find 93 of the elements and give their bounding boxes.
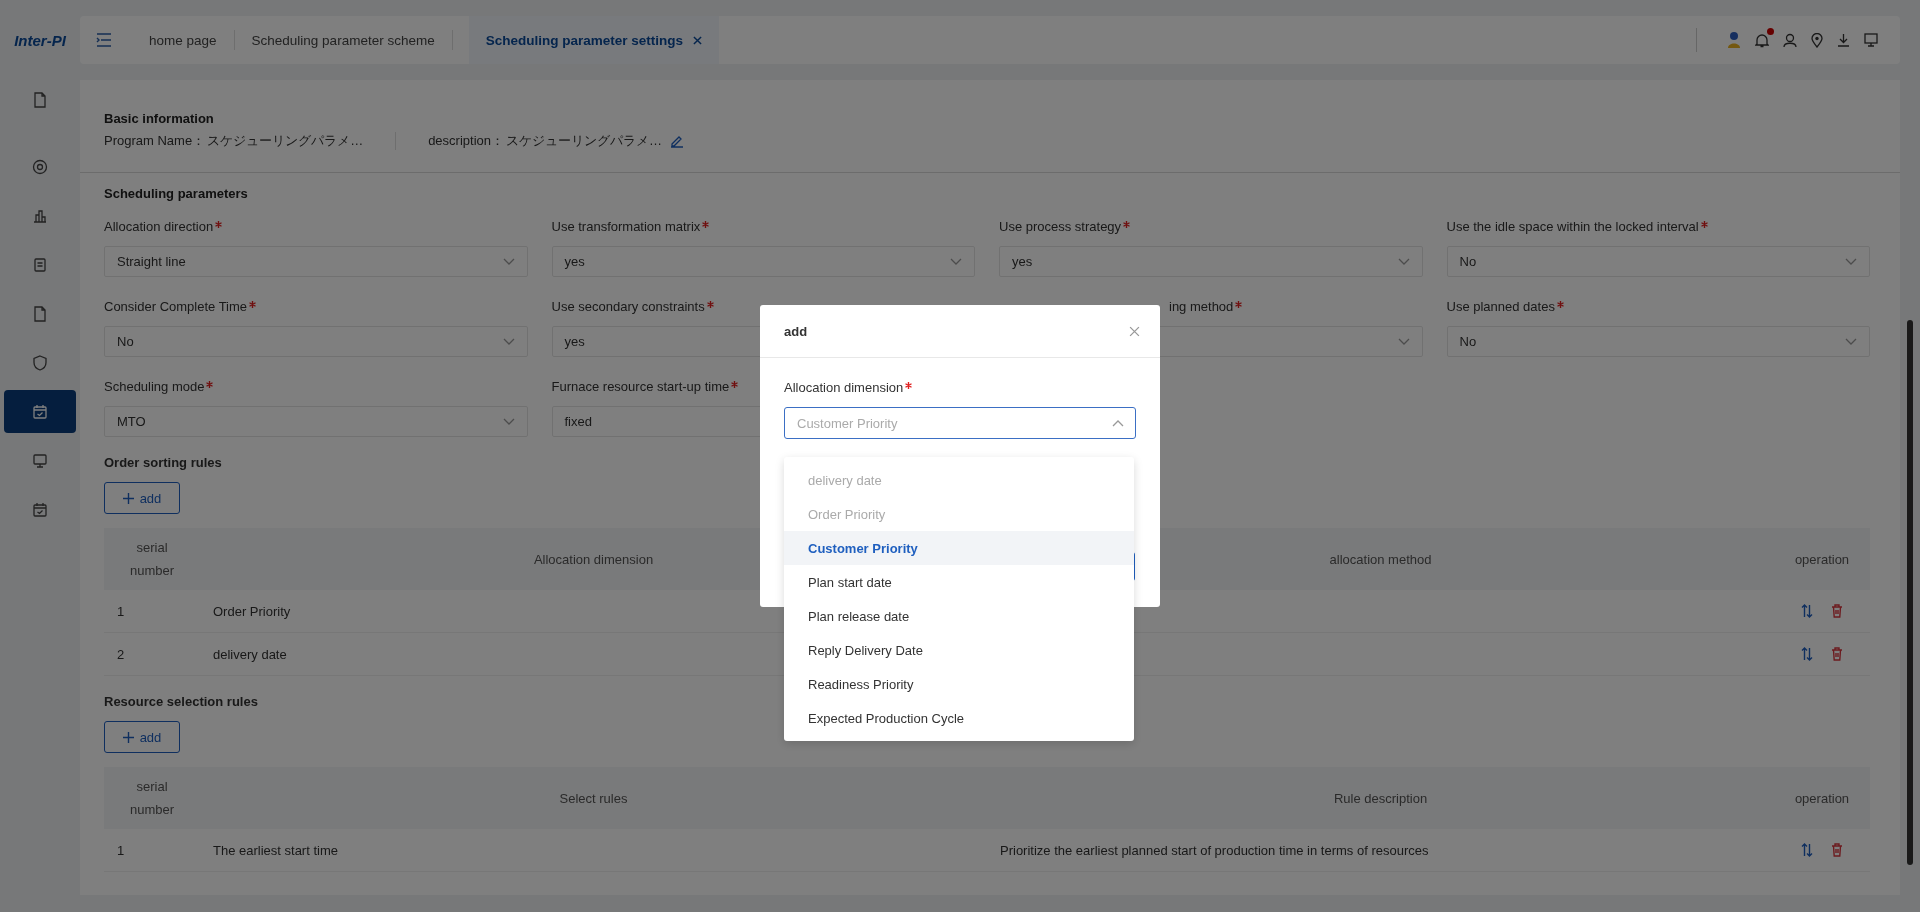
dropdown-option[interactable]: Plan release date (784, 599, 1134, 633)
chart-icon (32, 207, 48, 224)
chevron-icon (1112, 419, 1124, 427)
field-label: Furnace resource start-up time (551, 379, 730, 394)
monitor-icon[interactable] (1864, 33, 1878, 47)
tab[interactable]: Scheduling parameter settings (468, 16, 719, 64)
chevron-icon (502, 417, 515, 426)
plus-icon (122, 731, 134, 743)
dropdown-option[interactable]: Plan start date (784, 565, 1134, 599)
sidebar-item[interactable] (4, 390, 76, 433)
table-cell: delivery date (213, 646, 287, 662)
select-field[interactable]: MTO (104, 406, 528, 437)
chevron-icon (1397, 257, 1410, 266)
select-field[interactable]: yes (999, 246, 1423, 277)
section-title: Basic information (104, 111, 215, 126)
chevron-icon (1845, 257, 1857, 266)
column-header: Select rules (559, 789, 628, 808)
column-header: allocation method (1329, 550, 1432, 569)
table-cell: The earliest start time (213, 842, 338, 858)
bell-icon[interactable] (1755, 32, 1769, 48)
calendar-icon (32, 501, 48, 518)
menu-icon[interactable] (96, 33, 112, 47)
delete-icon[interactable] (1831, 604, 1843, 618)
field-label: ing method (1169, 299, 1234, 314)
chevron-icon (950, 257, 962, 266)
field-value: スケジューリングパラメ… (207, 132, 364, 150)
section-title: Order sorting rules (104, 455, 222, 470)
column-header: serial number (128, 539, 176, 580)
calendar-icon (32, 403, 48, 420)
field-label: Use transformation matrix (551, 219, 701, 234)
document-icon (32, 91, 48, 108)
select-field[interactable]: yes (551, 246, 975, 277)
field-label: Consider Complete Time (104, 299, 248, 314)
document-icon (32, 305, 48, 322)
field-label: description： (428, 132, 504, 150)
sort-icon[interactable] (1801, 604, 1813, 618)
add-button[interactable]: add (104, 721, 180, 753)
select-field[interactable]: Straight line (104, 246, 528, 277)
edit-icon[interactable] (670, 134, 684, 148)
table-cell: 2 (117, 646, 125, 662)
sort-icon[interactable] (1801, 843, 1813, 857)
table-cell: Prioritize the earliest planned start of production time in terms of resources (1000, 842, 1429, 858)
clipboard-icon (32, 256, 48, 273)
dropdown-option[interactable]: Expected Production Cycle (784, 701, 1134, 735)
delete-icon[interactable] (1831, 843, 1843, 857)
select-field[interactable]: No (1446, 326, 1870, 357)
delete-icon[interactable] (1831, 647, 1843, 661)
chevron-icon (1845, 337, 1857, 346)
settings-icon (32, 158, 48, 175)
field-label: Use process strategy (999, 219, 1122, 234)
column-header: Allocation dimension (533, 550, 654, 569)
avatar-icon[interactable] (1727, 31, 1741, 49)
column-header: operation (1794, 550, 1850, 569)
close-icon[interactable] (693, 35, 702, 45)
column-header: serial number (128, 778, 176, 819)
user-icon[interactable] (1783, 32, 1797, 48)
tab[interactable]: Scheduling parameter scheme (234, 16, 452, 64)
plus-icon (122, 492, 134, 504)
scrollbar-thumb[interactable] (1907, 320, 1913, 865)
close-icon[interactable] (1129, 325, 1140, 337)
chevron-icon (1397, 337, 1410, 346)
field-value: スケジューリングパラメ… (506, 132, 662, 150)
dialog-title: add (784, 323, 808, 339)
field-label: Use secondary constraints (551, 299, 705, 314)
field-label: Program Name： (104, 132, 206, 150)
tab[interactable]: home page (132, 16, 234, 64)
column-header: operation (1794, 789, 1850, 808)
table-cell: 1 (117, 603, 125, 619)
table-cell: 1 (117, 842, 125, 858)
dropdown-option[interactable]: Readiness Priority (784, 667, 1134, 701)
field-label: Use the idle space within the locked interval (1446, 219, 1699, 234)
section-title: Scheduling parameters (104, 186, 249, 201)
location-icon[interactable] (1811, 32, 1823, 48)
select-field[interactable]: No (104, 326, 528, 357)
add-button[interactable]: add (104, 482, 180, 514)
logo[interactable]: Inter-PI (14, 31, 66, 49)
sort-icon[interactable] (1801, 647, 1813, 661)
download-icon[interactable] (1837, 33, 1850, 47)
monitor-icon (32, 452, 48, 469)
field-label: Allocation dimension (784, 380, 904, 395)
section-title: Resource selection rules (104, 694, 258, 709)
dropdown-option[interactable]: Reply Delivery Date (784, 633, 1134, 667)
dropdown-option[interactable]: Customer Priority (784, 531, 1134, 565)
field-label: Allocation direction (104, 219, 214, 234)
chevron-icon (502, 337, 515, 346)
table-cell: Order Priority (213, 603, 291, 619)
chevron-icon (502, 257, 515, 266)
column-header: Rule description (1333, 789, 1428, 808)
shield-icon (32, 354, 48, 371)
select-field[interactable]: No (1446, 246, 1870, 277)
select-field[interactable]: Customer Priority (784, 407, 1136, 439)
field-label: Scheduling mode (104, 379, 205, 394)
field-label: Use planned dates (1446, 299, 1555, 314)
